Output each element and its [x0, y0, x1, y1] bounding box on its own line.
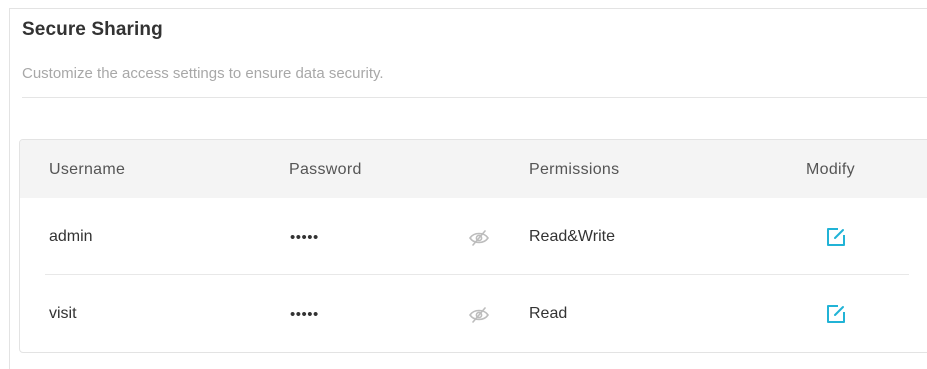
header-password: Password — [289, 161, 362, 178]
eye-slash-icon[interactable] — [468, 307, 490, 323]
table-row: admin ••••• Read&Write — [20, 198, 927, 274]
eye-slash-icon[interactable] — [468, 230, 490, 246]
section-divider — [22, 97, 927, 98]
table-header: Username Password Permissions Modify — [20, 140, 927, 198]
row-username: admin — [49, 228, 93, 245]
row-permissions: Read&Write — [529, 228, 615, 245]
accounts-table: Username Password Permissions Modify adm… — [19, 139, 927, 353]
table-row: visit ••••• Read — [20, 275, 927, 351]
row-permissions: Read — [529, 305, 568, 322]
edit-icon[interactable] — [825, 226, 847, 248]
header-username: Username — [49, 161, 126, 178]
section-description: Customize the access settings to ensure … — [22, 65, 384, 82]
row-username: visit — [49, 305, 77, 322]
header-permissions: Permissions — [529, 161, 620, 178]
header-modify: Modify — [806, 161, 855, 178]
row-password: ••••• — [290, 229, 319, 246]
row-password: ••••• — [290, 306, 319, 323]
section-title: Secure Sharing — [22, 19, 163, 40]
edit-icon[interactable] — [825, 303, 847, 325]
